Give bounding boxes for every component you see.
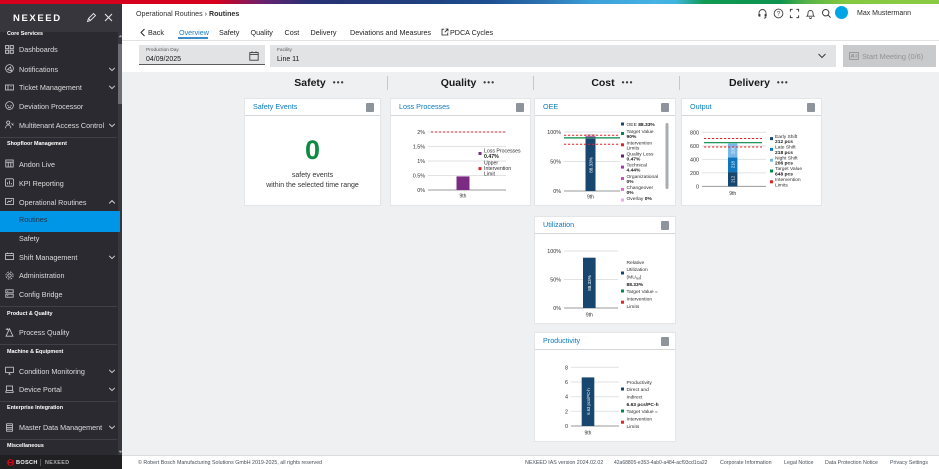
svg-text:Productivity: Productivity <box>627 380 653 386</box>
svg-text:0%: 0% <box>627 179 635 185</box>
svg-text:218 pcs: 218 pcs <box>775 150 793 156</box>
svg-text:212 pcs: 212 pcs <box>775 139 793 145</box>
svg-text:0: 0 <box>565 424 568 430</box>
svg-text:Intervention: Intervention <box>775 177 801 183</box>
svg-text:6: 6 <box>565 380 568 386</box>
svg-text:90%: 90% <box>627 134 637 140</box>
svg-text:OEE 88.33%: OEE 88.33% <box>627 122 656 128</box>
svg-text:9th: 9th <box>585 431 592 437</box>
svg-text:88.33%: 88.33% <box>587 275 592 291</box>
svg-text:100%: 100% <box>547 249 561 255</box>
svg-text:100%: 100% <box>547 130 561 136</box>
svg-text:Relative: Relative <box>627 260 645 266</box>
svg-text:9th: 9th <box>587 195 594 201</box>
svg-text:Limits: Limits <box>627 424 640 430</box>
svg-text:9th: 9th <box>460 194 467 200</box>
svg-text:0%: 0% <box>553 306 561 312</box>
svg-text:Overlay 0%: Overlay 0% <box>627 196 653 202</box>
svg-text:Limit: Limit <box>484 172 496 178</box>
svg-text:Limits: Limits <box>627 304 640 310</box>
svg-text:Direct and: Direct and <box>627 387 650 393</box>
svg-text:Utilization: Utilization <box>627 267 648 273</box>
svg-text:Target Value =: Target Value = <box>627 289 658 295</box>
svg-text:Intervention: Intervention <box>627 140 653 146</box>
svg-text:6.63 pcs/PC-h: 6.63 pcs/PC-h <box>586 388 591 415</box>
svg-text:9th: 9th <box>586 313 593 319</box>
svg-text:0.47%: 0.47% <box>484 154 499 160</box>
svg-text:200: 200 <box>690 171 699 177</box>
svg-text:Limits: Limits <box>627 145 640 151</box>
svg-text:648 pcs: 648 pcs <box>775 172 793 178</box>
svg-text:Target Value: Target Value <box>627 129 654 135</box>
svg-text:1.5%: 1.5% <box>413 145 425 151</box>
svg-text:Quality Loss: Quality Loss <box>627 151 654 157</box>
svg-text:0%: 0% <box>553 189 561 195</box>
svg-text:212: 212 <box>730 175 735 183</box>
svg-text:800: 800 <box>690 130 699 136</box>
svg-text:400: 400 <box>690 157 699 163</box>
svg-text:6.63 pcs/PC-h: 6.63 pcs/PC-h <box>627 402 659 408</box>
svg-text:50%: 50% <box>550 160 561 166</box>
svg-text:88.33%: 88.33% <box>627 282 644 288</box>
svg-text:0.47%: 0.47% <box>627 157 642 163</box>
svg-text:Changeover: Changeover <box>627 185 654 191</box>
svg-text:0%: 0% <box>627 190 635 196</box>
svg-text:0.5%: 0.5% <box>413 174 425 180</box>
svg-text:Indirect: Indirect <box>627 394 644 400</box>
svg-text:9th: 9th <box>729 191 736 197</box>
svg-text:Limits: Limits <box>775 182 788 188</box>
svg-text:Target Value: Target Value <box>775 166 802 172</box>
svg-text:Late Shift: Late Shift <box>775 145 796 151</box>
svg-text:218: 218 <box>730 161 735 169</box>
svg-text:?: ? <box>777 10 781 17</box>
svg-text:0: 0 <box>696 184 699 190</box>
svg-text:206 pcs: 206 pcs <box>775 161 793 167</box>
svg-text:600: 600 <box>690 144 699 150</box>
svg-text:(MUrel): (MUrel) <box>627 274 642 280</box>
svg-text:4.44%: 4.44% <box>627 168 642 174</box>
svg-text:Intervention: Intervention <box>627 296 653 302</box>
svg-text:88.33%: 88.33% <box>588 157 593 173</box>
svg-text:Intervention: Intervention <box>627 416 653 422</box>
svg-text:0%: 0% <box>417 188 425 194</box>
svg-text:Night Shift: Night Shift <box>775 155 798 161</box>
svg-text:4: 4 <box>565 395 568 401</box>
svg-text:Target Value =: Target Value = <box>627 409 658 415</box>
svg-text:Early Shift: Early Shift <box>775 134 798 140</box>
svg-text:2: 2 <box>565 409 568 415</box>
svg-text:1%: 1% <box>417 159 425 165</box>
svg-text:2%: 2% <box>417 130 425 136</box>
svg-text:8: 8 <box>565 365 568 371</box>
svg-text:50%: 50% <box>550 278 561 284</box>
